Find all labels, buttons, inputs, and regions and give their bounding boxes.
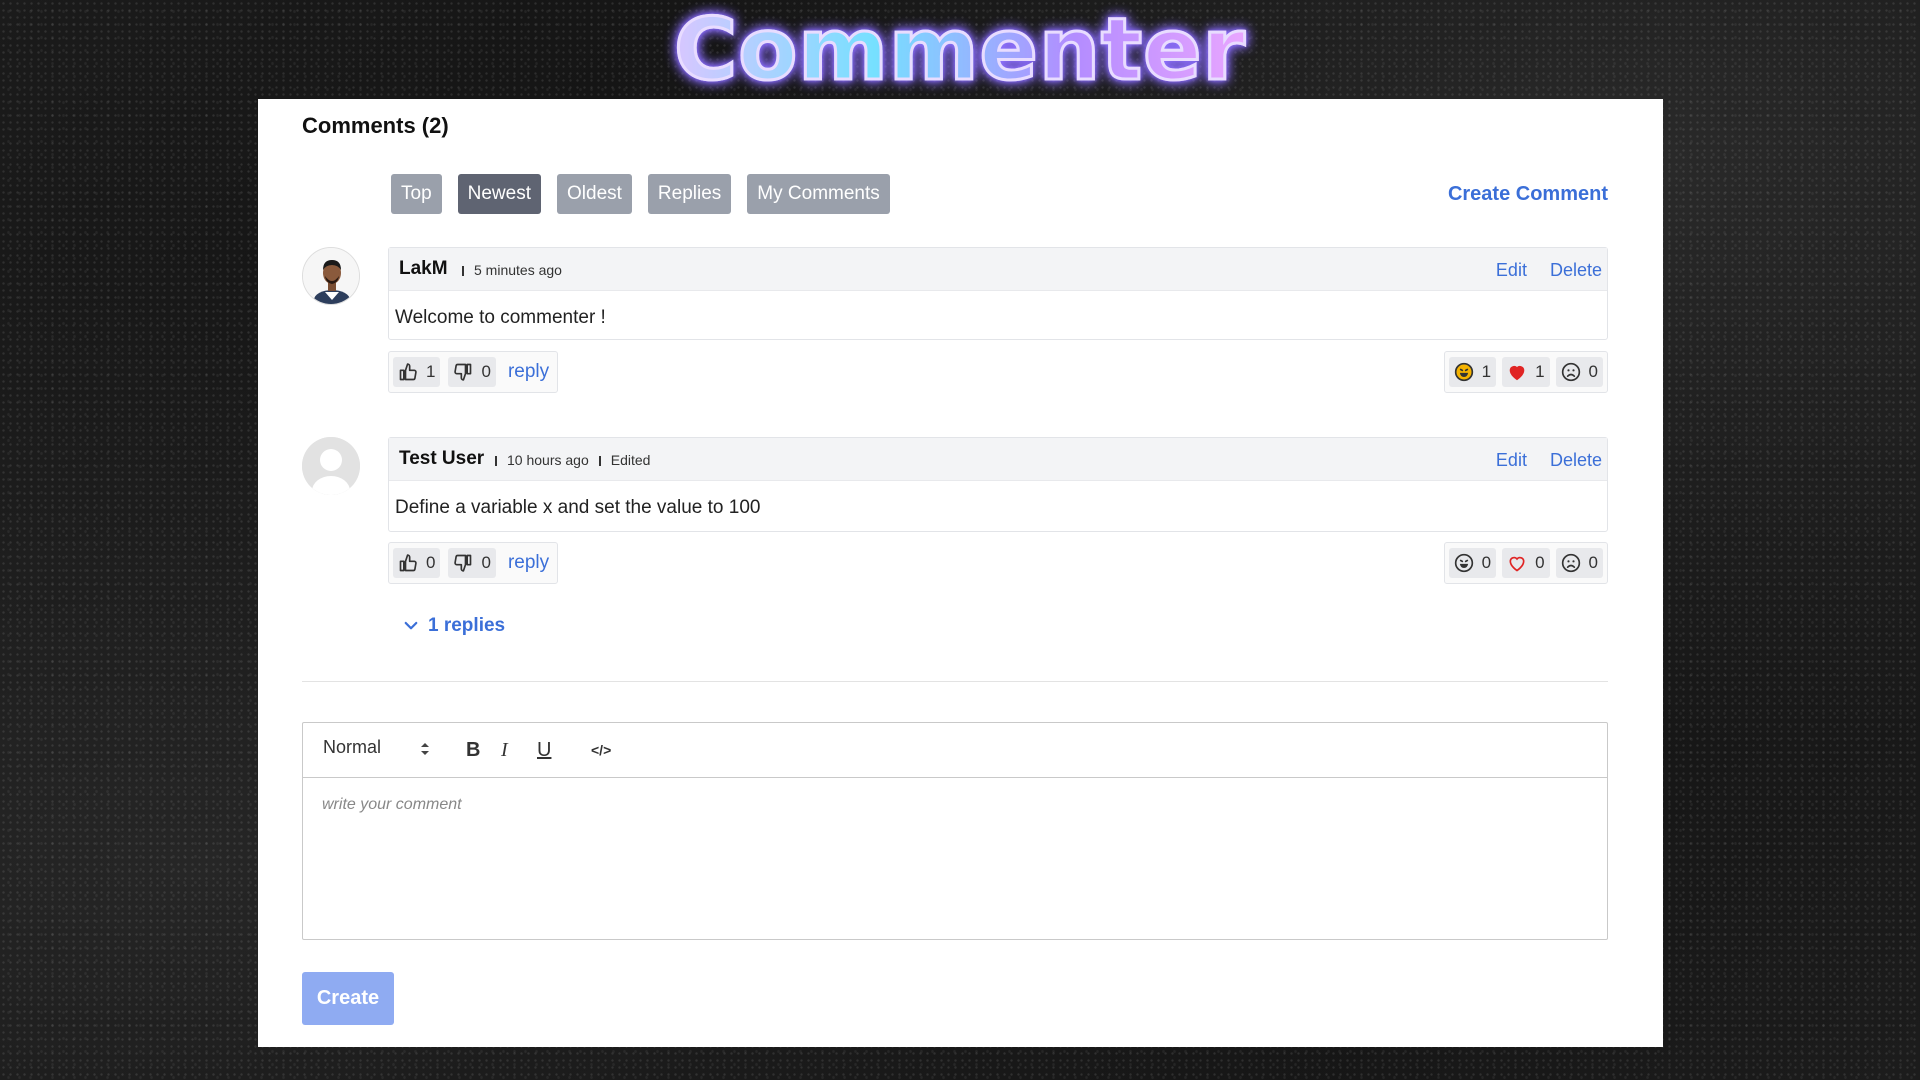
comment-actions: Edit Delete <box>1478 260 1602 281</box>
heart-count: 1 <box>1535 362 1545 381</box>
create-comment-link[interactable]: Create Comment <box>1448 183 1608 206</box>
select-arrows-icon <box>421 743 429 755</box>
create-button[interactable]: Create <box>302 972 394 1025</box>
separator <box>462 266 464 277</box>
italic-button[interactable]: I <box>501 739 508 762</box>
comment-header: LakM 5 minutes ago Edit Delete <box>389 248 1607 291</box>
comment-editor: Normal B I U </> write your comment <box>302 722 1608 940</box>
like-button[interactable]: 0 <box>393 548 441 578</box>
dislike-button[interactable]: 0 <box>448 357 496 387</box>
editor-toolbar: Normal B I U </> <box>303 723 1607 778</box>
laugh-icon <box>1454 362 1473 382</box>
comments-title: Comments (2) <box>302 113 449 138</box>
thumbs-up-icon <box>399 363 417 381</box>
sort-tab-newest[interactable]: Newest <box>457 174 541 214</box>
edit-button[interactable]: Edit <box>1496 260 1527 280</box>
code-button[interactable]: </> <box>591 742 611 758</box>
underline-button[interactable]: U <box>537 739 551 762</box>
laugh-count: 0 <box>1481 553 1492 572</box>
comment-body: Define a variable x and set the value to… <box>395 497 761 518</box>
user-photo-icon <box>303 248 359 304</box>
comment-actions: Edit Delete <box>1478 450 1602 471</box>
heart-reaction-button[interactable]: 0 <box>1502 548 1550 578</box>
show-replies-toggle[interactable]: 1 replies <box>402 615 505 637</box>
thumbs-down-icon <box>454 363 472 381</box>
comment-author[interactable]: LakM <box>399 258 448 280</box>
divider <box>302 681 1608 682</box>
laugh-count: 1 <box>1481 362 1492 381</box>
comment-time: 5 minutes ago <box>474 262 562 278</box>
comment-meta: 10 hours ago Edited <box>485 452 650 468</box>
laugh-reaction-button[interactable]: 1 <box>1448 357 1497 387</box>
format-select-value: Normal <box>323 737 382 757</box>
sad-reaction-button[interactable]: 0 <box>1555 548 1603 578</box>
sort-tab-top[interactable]: Top <box>391 174 442 214</box>
sad-icon <box>1561 362 1580 382</box>
sad-icon <box>1561 553 1580 573</box>
sort-tab-my-comments[interactable]: My Comments <box>747 174 890 214</box>
logo-text: Commenter <box>673 0 1247 100</box>
delete-button[interactable]: Delete <box>1550 450 1602 470</box>
app-logo: Commenter <box>0 0 1920 100</box>
dislike-button[interactable]: 0 <box>448 548 496 578</box>
dislike-count: 0 <box>481 362 491 381</box>
avatar[interactable] <box>302 247 360 305</box>
comment-author[interactable]: Test User <box>399 448 484 470</box>
edited-label: Edited <box>610 452 651 468</box>
like-button[interactable]: 1 <box>393 357 441 387</box>
sad-reaction-button[interactable]: 0 <box>1555 357 1603 387</box>
delete-button[interactable]: Delete <box>1550 260 1602 280</box>
default-avatar-icon <box>302 437 360 495</box>
avatar[interactable] <box>302 437 360 495</box>
sort-tabs: Top Newest Oldest Replies My Comments <box>391 174 906 214</box>
format-select[interactable]: Normal <box>323 737 431 758</box>
sad-count: 0 <box>1588 553 1598 572</box>
reaction-bar: 1 1 0 <box>1443 351 1608 393</box>
heart-reaction-button[interactable]: 1 <box>1502 357 1550 387</box>
separator <box>598 456 601 467</box>
comment-meta: 5 minutes ago <box>452 262 562 278</box>
like-count: 1 <box>426 362 436 381</box>
vote-bar: 0 0 reply <box>388 542 559 584</box>
comment-placeholder: write your comment <box>322 796 462 813</box>
laugh-icon <box>1454 553 1473 573</box>
heart-outline-icon <box>1509 556 1525 572</box>
sort-tab-replies[interactable]: Replies <box>647 174 732 214</box>
chevron-down-icon <box>404 621 418 630</box>
like-count: 0 <box>426 553 436 572</box>
comment-time: 10 hours ago <box>507 452 589 468</box>
heart-icon <box>1509 365 1525 381</box>
reply-button[interactable]: reply <box>504 361 553 383</box>
comments-panel: Comments (2) Top Newest Oldest Replies M… <box>258 99 1663 1047</box>
comment-box: Test User 10 hours ago Edited Edit Delete… <box>388 437 1608 532</box>
separator <box>495 456 497 467</box>
reply-button[interactable]: reply <box>504 552 553 574</box>
sad-count: 0 <box>1588 362 1598 381</box>
thumbs-up-icon <box>399 554 417 572</box>
reaction-bar: 0 0 0 <box>1443 542 1608 584</box>
comment-item: LakM 5 minutes ago Edit Delete Welcome t… <box>302 247 1608 397</box>
sort-tab-oldest[interactable]: Oldest <box>557 174 632 214</box>
comment-box: LakM 5 minutes ago Edit Delete Welcome t… <box>388 247 1608 340</box>
laugh-reaction-button[interactable]: 0 <box>1448 548 1497 578</box>
replies-count-label: 1 replies <box>428 615 506 636</box>
vote-bar: 1 0 reply <box>388 351 559 393</box>
edit-button[interactable]: Edit <box>1496 450 1527 470</box>
comment-input[interactable]: write your comment <box>303 778 1607 938</box>
dislike-count: 0 <box>481 553 491 572</box>
comment-item: Test User 10 hours ago Edited Edit Delete… <box>302 437 1608 647</box>
bold-button[interactable]: B <box>466 739 480 762</box>
comment-body: Welcome to commenter ! <box>395 307 606 328</box>
thumbs-down-icon <box>454 554 472 572</box>
comment-header: Test User 10 hours ago Edited Edit Delete <box>389 438 1607 481</box>
heart-count: 0 <box>1535 553 1545 572</box>
